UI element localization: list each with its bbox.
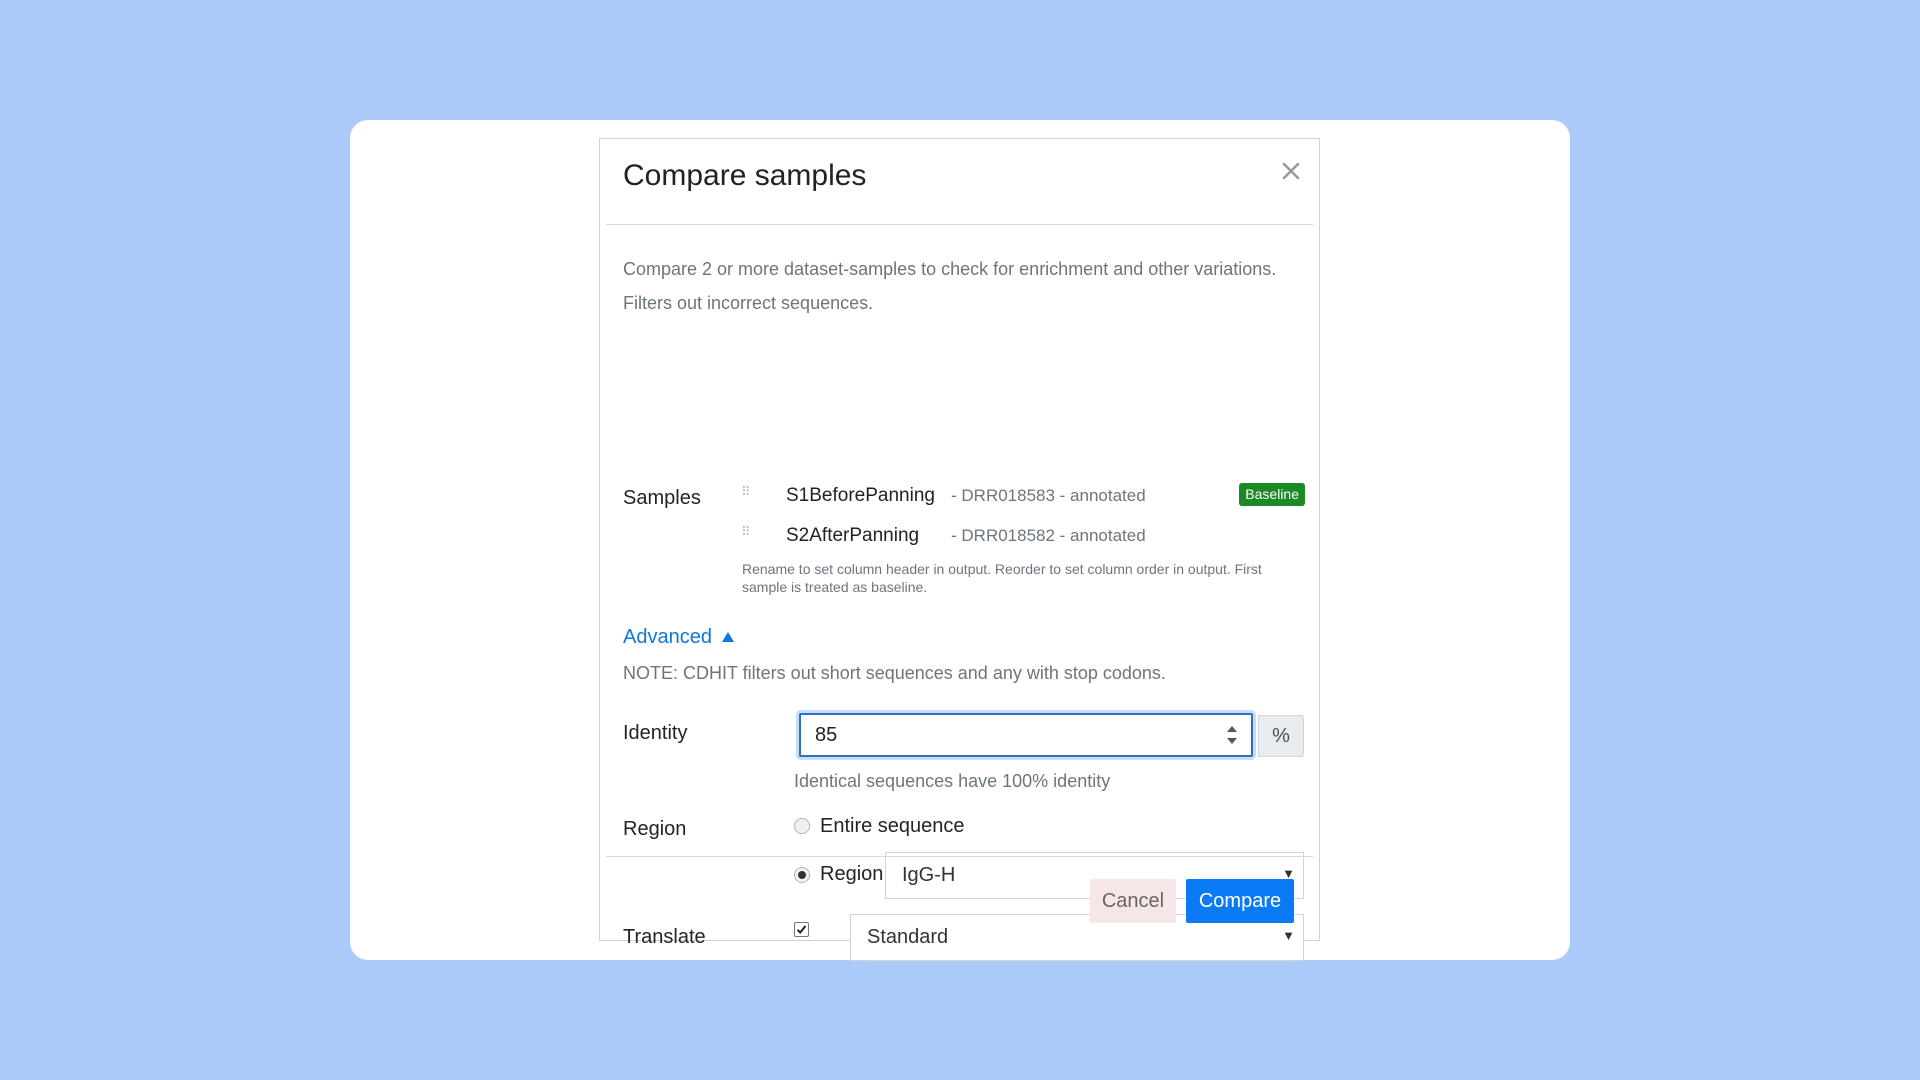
identity-label: Identity xyxy=(623,722,688,744)
percent-addon: % xyxy=(1258,715,1304,757)
sample-row[interactable]: ⠿ S2AfterPanning - DRR018582 - annotated xyxy=(741,522,1305,552)
dialog-body: Compare 2 or more dataset-samples to che… xyxy=(600,139,1319,961)
sample-row[interactable]: ⠿ S1BeforePanning - DRR018583 - annotate… xyxy=(741,482,1305,512)
triangle-up-icon xyxy=(721,632,734,642)
advanced-toggle[interactable]: Advanced xyxy=(623,626,735,649)
compare-samples-dialog: Compare samples Compare 2 or more datase… xyxy=(599,138,1320,961)
chevron-down-icon: ▼ xyxy=(1282,928,1295,943)
drag-handle-icon[interactable]: ⠿ xyxy=(741,524,750,540)
cancel-button[interactable]: Cancel xyxy=(1090,879,1176,923)
cdhit-note: NOTE: CDHIT filters out short sequences … xyxy=(623,663,1166,683)
checkmark-icon xyxy=(796,925,807,934)
dialog-description: Compare 2 or more dataset-samples to che… xyxy=(623,252,1303,320)
sample-name[interactable]: S2AfterPanning xyxy=(786,525,919,547)
samples-help-text: Rename to set column header in output. R… xyxy=(742,561,1262,595)
baseline-badge: Baseline xyxy=(1239,483,1305,506)
compare-button[interactable]: Compare xyxy=(1186,879,1294,923)
region-select-value: IgG-H xyxy=(902,864,956,886)
radio-entire-sequence-label[interactable]: Entire sequence xyxy=(820,815,965,838)
sample-meta: - DRR018583 - annotated xyxy=(951,486,1146,505)
dialog-header: Compare samples xyxy=(606,139,1313,225)
radio-entire-sequence[interactable] xyxy=(794,818,810,834)
close-button[interactable] xyxy=(1281,161,1301,181)
region-label: Region xyxy=(623,818,687,840)
identity-help-text: Identical sequences have 100% identity xyxy=(794,771,1111,791)
identity-number-input[interactable] xyxy=(799,713,1253,757)
spinner-icon[interactable] xyxy=(1223,723,1241,747)
drag-handle-icon[interactable]: ⠿ xyxy=(741,484,750,500)
translate-checkbox[interactable] xyxy=(794,922,809,937)
identity-value[interactable] xyxy=(813,723,1197,748)
sample-meta: - DRR018582 - annotated xyxy=(951,526,1146,545)
radio-region[interactable] xyxy=(794,867,810,883)
dialog-title: Compare samples xyxy=(623,159,867,192)
close-icon xyxy=(1282,162,1300,180)
translate-label: Translate xyxy=(623,926,706,948)
footer-divider xyxy=(606,856,1313,857)
sample-name[interactable]: S1BeforePanning xyxy=(786,485,935,507)
description-line-2: Filters out incorrect sequences. xyxy=(623,293,874,313)
translate-select-value: Standard xyxy=(867,926,949,948)
samples-label: Samples xyxy=(623,487,701,509)
description-line-1: Compare 2 or more dataset-samples to che… xyxy=(623,259,1277,279)
advanced-label: Advanced xyxy=(623,626,712,648)
radio-region-label[interactable]: Region xyxy=(820,863,883,886)
